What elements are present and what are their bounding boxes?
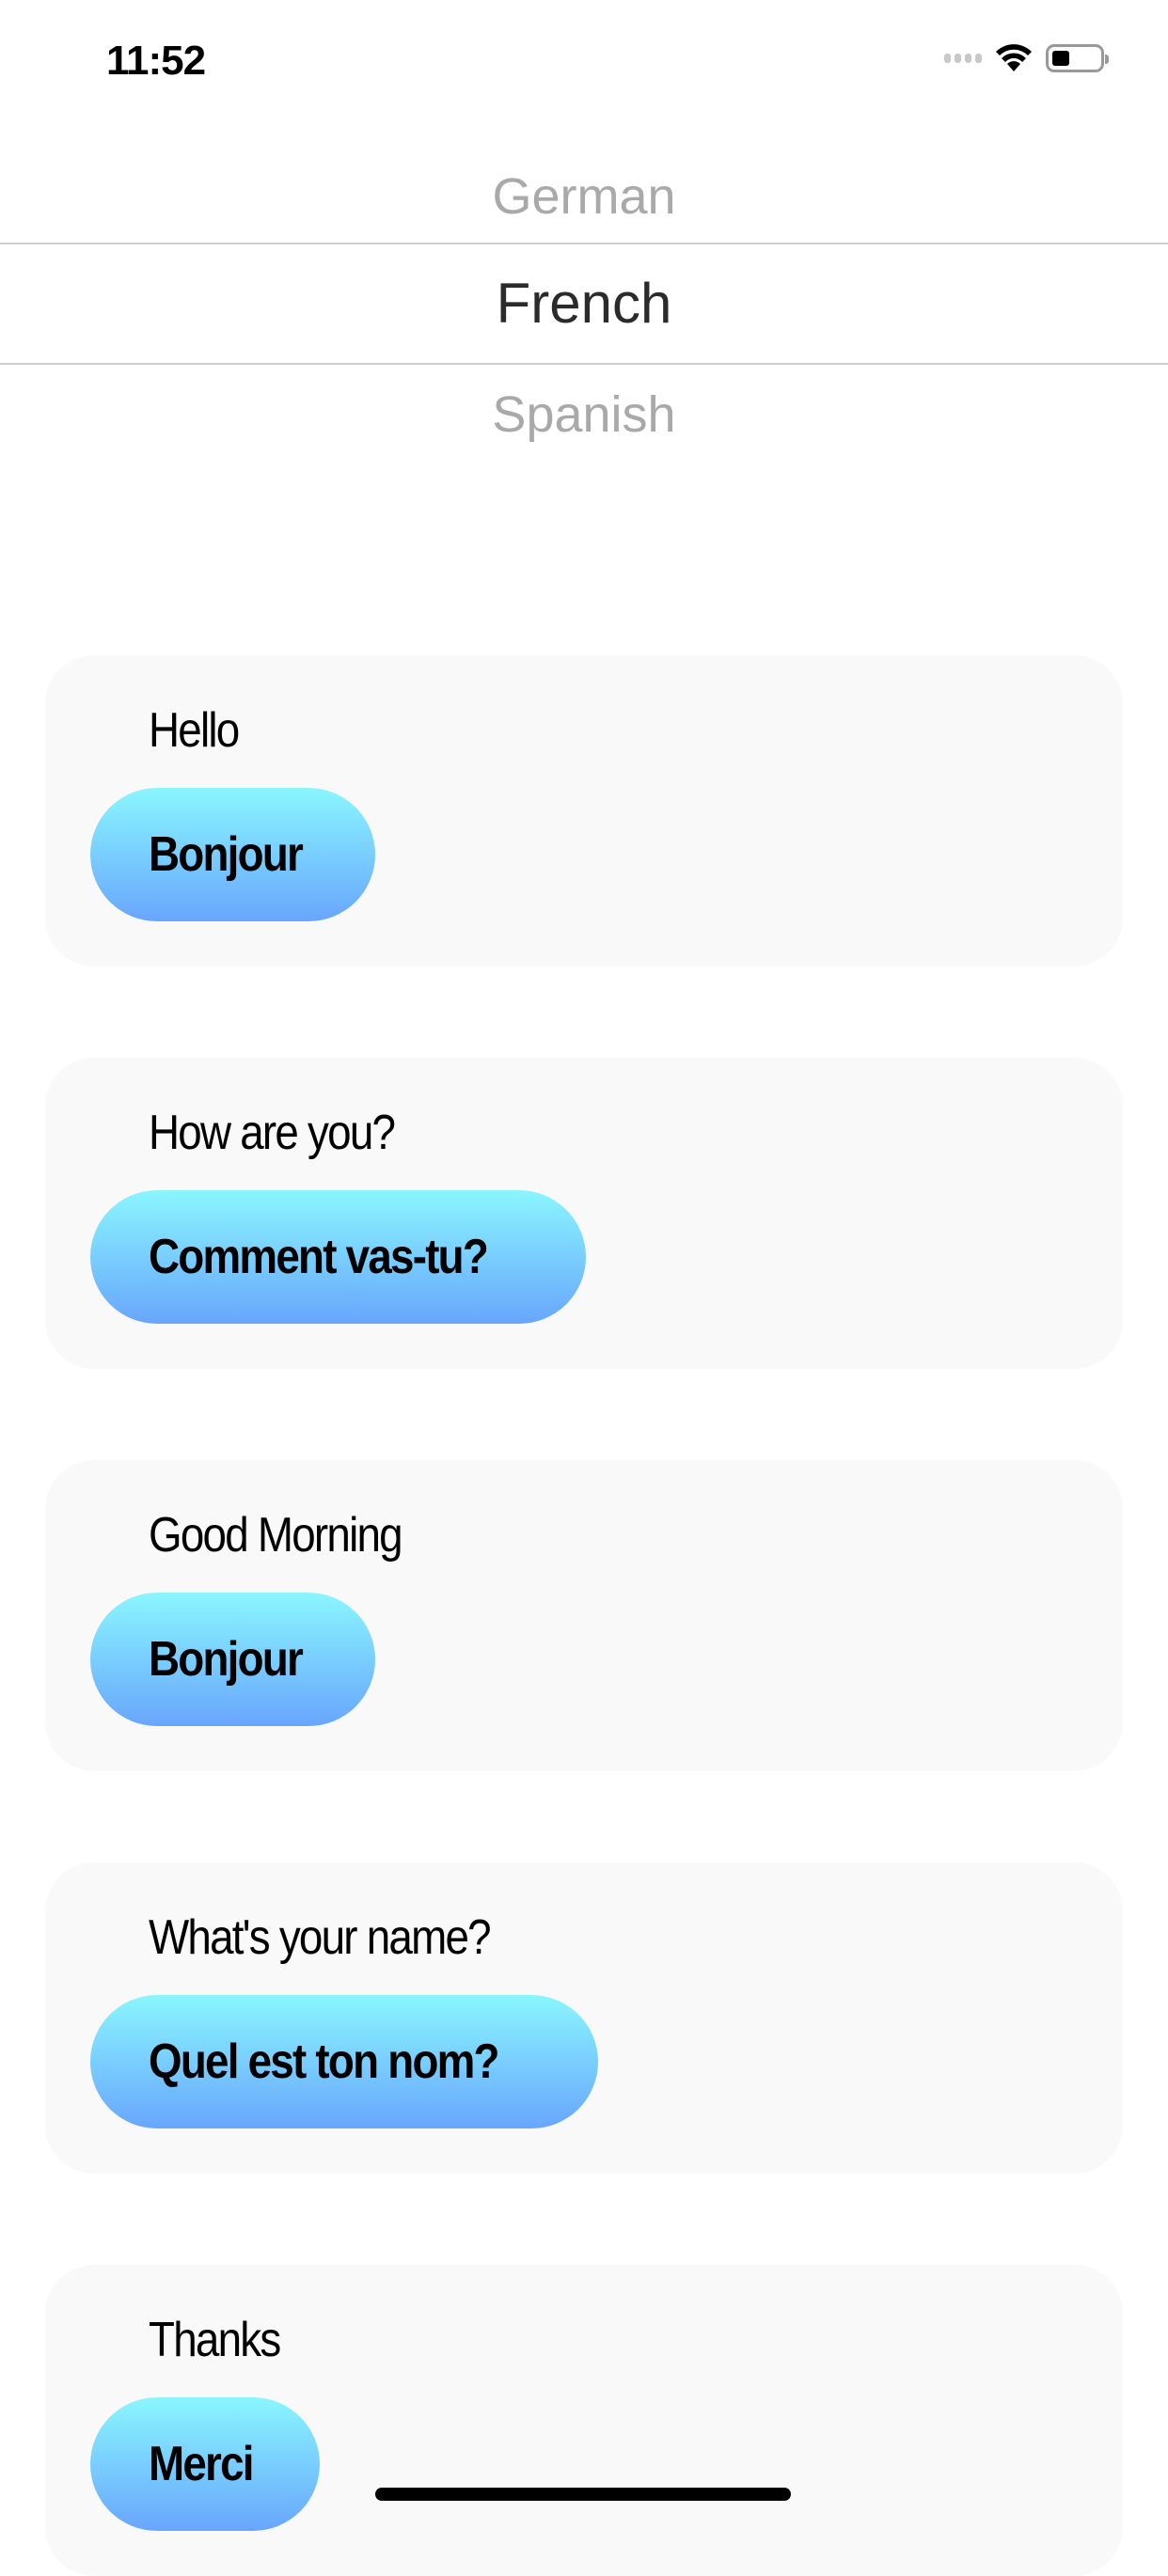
translation-text: Bonjour	[149, 827, 304, 882]
english-phrase: What's your name?	[149, 1910, 492, 1965]
picker-item-german[interactable]: German	[0, 167, 1168, 226]
translation-button[interactable]: Bonjour	[90, 788, 376, 921]
translation-text: Comment vas-tu?	[149, 1230, 489, 1284]
wifi-icon	[996, 44, 1032, 71]
translation-button[interactable]: Bonjour	[90, 1593, 376, 1726]
translation-button[interactable]: Comment vas-tu?	[90, 1190, 587, 1324]
phrase-card: What's your name? Quel est ton nom?	[45, 1862, 1123, 2174]
phrase-card: Thanks Merci	[45, 2265, 1123, 2576]
translation-text: Merci	[149, 2437, 255, 2491]
english-phrase: Thanks	[149, 2313, 281, 2367]
picker-divider	[0, 243, 1168, 244]
battery-icon	[1046, 44, 1109, 72]
picker-item-french[interactable]: French	[0, 271, 1168, 336]
english-phrase: Good Morning	[149, 1508, 403, 1563]
status-time: 11:52	[106, 38, 206, 84]
phrase-card: Hello Bonjour	[45, 655, 1123, 966]
translation-text: Bonjour	[149, 1632, 304, 1687]
picker-item-spanish[interactable]: Spanish	[0, 385, 1168, 444]
picker-divider	[0, 363, 1168, 365]
english-phrase: Hello	[149, 703, 240, 758]
translation-text: Quel est ton nom?	[149, 2034, 500, 2089]
phrase-card: How are you? Comment vas-tu?	[45, 1058, 1123, 1369]
translation-button[interactable]: Quel est ton nom?	[90, 1995, 599, 2128]
translation-button[interactable]: Merci	[90, 2397, 320, 2531]
phrase-card: Good Morning Bonjour	[45, 1460, 1123, 1771]
english-phrase: How are you?	[149, 1106, 396, 1160]
signal-icon	[944, 54, 982, 63]
home-indicator[interactable]	[375, 2488, 791, 2501]
